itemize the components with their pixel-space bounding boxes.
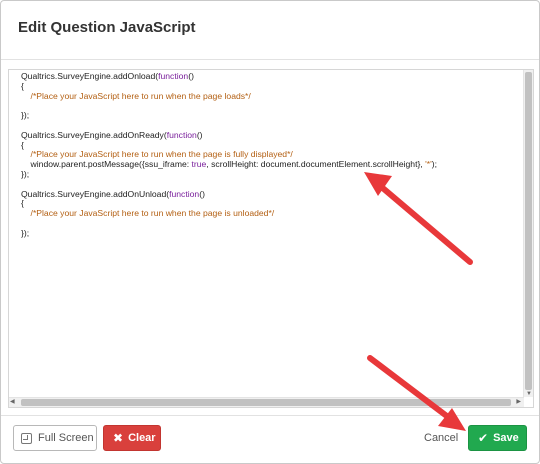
- clear-label: Clear: [128, 432, 156, 444]
- code-token: '*': [425, 159, 432, 170]
- scroll-right-arrow-icon[interactable]: ▶: [516, 398, 521, 405]
- scroll-left-arrow-icon[interactable]: ◀: [10, 398, 15, 405]
- code-line[interactable]: [21, 219, 521, 229]
- cancel-label: Cancel: [424, 432, 459, 444]
- x-icon: ✖: [113, 431, 124, 445]
- code-editor[interactable]: Qualtrics.SurveyEngine.addOnload(functio…: [8, 69, 534, 408]
- check-icon: ✔: [478, 431, 489, 445]
- code-line[interactable]: });: [21, 168, 521, 180]
- clear-button[interactable]: ✖ Clear: [103, 425, 161, 451]
- footer-divider: [1, 415, 539, 416]
- code-line[interactable]: /*Place your JavaScript here to run when…: [21, 208, 521, 219]
- code-token: window.parent.postMessage({ssu_iframe:: [21, 159, 192, 170]
- cancel-button[interactable]: Cancel: [419, 425, 463, 451]
- code-token: Qualtrics.SurveyEngine.addOnReady(: [21, 129, 167, 140]
- vertical-scroll-thumb[interactable]: [525, 72, 532, 390]
- horizontal-scrollbar[interactable]: ◀ ▶: [9, 397, 524, 407]
- full-screen-button[interactable]: Full Screen: [13, 425, 97, 451]
- fullscreen-icon: [21, 432, 32, 444]
- code-line[interactable]: [21, 101, 521, 111]
- code-token: /*Place your JavaScript here to run when…: [21, 90, 251, 101]
- code-token: {: [21, 80, 24, 91]
- code-token: /*Place your JavaScript here to run when…: [21, 208, 275, 219]
- code-line[interactable]: Qualtrics.SurveyEngine.addOnUnload(funct…: [21, 188, 521, 200]
- code-token: Qualtrics.SurveyEngine.addOnUnload(: [21, 188, 170, 199]
- code-token: Qualtrics.SurveyEngine.addOnload(: [21, 71, 159, 81]
- code-token: function: [166, 129, 197, 140]
- dialog-header: Edit Question JavaScript: [1, 1, 539, 60]
- save-label: Save: [493, 432, 519, 444]
- code-token: });: [21, 168, 30, 179]
- code-token: );: [431, 159, 438, 170]
- code-token: });: [21, 110, 30, 121]
- code-line[interactable]: Qualtrics.SurveyEngine.addOnload(functio…: [21, 71, 521, 82]
- code-token: (): [196, 129, 203, 140]
- code-token: , scrollHeight: document.documentElement…: [206, 159, 426, 170]
- code-token: });: [21, 227, 30, 238]
- horizontal-scroll-thumb[interactable]: [21, 399, 511, 406]
- code-token: (): [188, 71, 194, 81]
- code-token: {: [21, 198, 24, 209]
- scroll-down-arrow-icon[interactable]: ▼: [526, 391, 532, 397]
- code-line[interactable]: });: [21, 227, 521, 239]
- code-token: true: [191, 159, 207, 170]
- dialog-title: Edit Question JavaScript: [18, 19, 196, 36]
- code-token: function: [169, 188, 200, 199]
- code-line[interactable]: Qualtrics.SurveyEngine.addOnReady(functi…: [21, 129, 521, 141]
- code-line[interactable]: /*Place your JavaScript here to run when…: [21, 90, 521, 102]
- code-token: (): [199, 188, 205, 199]
- full-screen-label: Full Screen: [38, 432, 94, 444]
- save-button[interactable]: ✔ Save: [468, 425, 527, 451]
- code-token: {: [21, 139, 24, 150]
- code-content[interactable]: Qualtrics.SurveyEngine.addOnload(functio…: [21, 71, 521, 239]
- edit-javascript-dialog: Edit Question JavaScript Qualtrics.Surve…: [0, 0, 540, 464]
- code-token: function: [158, 71, 189, 81]
- code-line[interactable]: });: [21, 110, 521, 121]
- code-token: /*Place your JavaScript here to run when…: [21, 149, 293, 160]
- code-line[interactable]: window.parent.postMessage({ssu_iframe: t…: [21, 159, 521, 170]
- vertical-scrollbar[interactable]: ▼: [523, 70, 533, 397]
